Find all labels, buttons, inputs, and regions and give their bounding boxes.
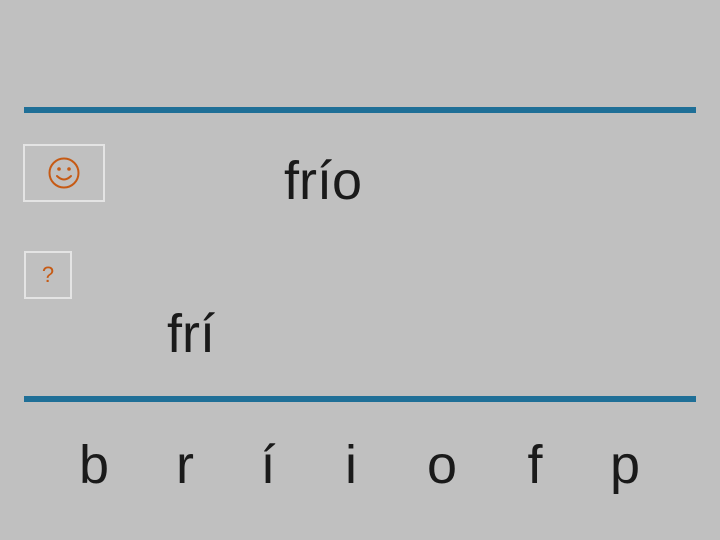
bottom-divider — [24, 396, 696, 402]
letter-tile[interactable]: p — [605, 438, 645, 492]
smiley-face-icon — [48, 157, 80, 189]
letter-tile[interactable]: í — [248, 438, 288, 492]
letter-tile[interactable]: b — [74, 438, 114, 492]
help-button[interactable]: ? — [24, 251, 72, 299]
target-word: frío — [284, 151, 363, 211]
answer-field: frí — [167, 304, 215, 364]
letter-tile[interactable]: r — [165, 438, 205, 492]
letter-bank: b r í i o f p — [0, 438, 720, 498]
letter-tile[interactable]: f — [515, 438, 555, 492]
letter-tile[interactable]: i — [331, 438, 371, 492]
top-divider — [24, 107, 696, 113]
help-label: ? — [41, 262, 55, 287]
letter-tile[interactable]: o — [422, 438, 462, 492]
feedback-button[interactable] — [23, 144, 105, 202]
